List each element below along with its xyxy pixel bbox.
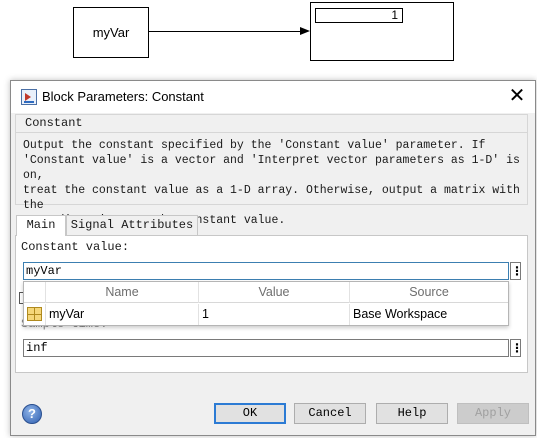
group-label: Constant [25, 116, 83, 130]
header-name[interactable]: Name [45, 282, 198, 303]
signal-line[interactable] [149, 31, 303, 32]
ok-button[interactable]: OK [214, 403, 286, 424]
close-button[interactable]: ✕ [505, 85, 529, 109]
dialog-titlebar[interactable]: Block Parameters: Constant ✕ [11, 81, 535, 113]
row-icon-cell [24, 304, 45, 325]
row-name: myVar [45, 304, 198, 325]
apply-button[interactable]: Apply [457, 403, 529, 424]
display-value: 1 [315, 8, 403, 23]
variable-grid-icon [27, 307, 42, 321]
tab-main[interactable]: Main [16, 215, 66, 236]
tab-signal-attributes[interactable]: Signal Attributes [66, 215, 198, 235]
block-parameters-dialog: Block Parameters: Constant ✕ Constant Ou… [10, 80, 536, 436]
simulink-block-icon [21, 89, 37, 105]
autocomplete-row[interactable]: myVar 1 Base Workspace [24, 304, 508, 325]
row-value: 1 [198, 304, 349, 325]
group-header [15, 114, 528, 132]
constant-value-label: Constant value: [21, 240, 130, 254]
constant-value-input[interactable]: myVar [23, 262, 509, 280]
sample-time-menu-button[interactable]: ⋮ [510, 339, 523, 357]
autocomplete-popup: Name Value Source myVar 1 Base Workspace [23, 281, 509, 326]
header-icon-cell [24, 282, 45, 303]
dialog-title: Block Parameters: Constant [42, 89, 204, 104]
header-value[interactable]: Value [198, 282, 349, 303]
autocomplete-header: Name Value Source [24, 282, 508, 303]
cancel-button[interactable]: Cancel [294, 403, 366, 424]
model-canvas[interactable]: myVar 1 [0, 0, 537, 78]
help-button[interactable]: Help [376, 403, 448, 424]
sample-time-input[interactable]: inf [23, 339, 509, 357]
header-source[interactable]: Source [349, 282, 508, 303]
constant-block-label: myVar [92, 25, 130, 40]
constant-value-menu-button[interactable]: ⋮ [510, 262, 523, 280]
signal-arrowhead [300, 27, 310, 35]
help-question-icon[interactable]: ? [22, 404, 42, 424]
constant-block[interactable]: myVar [73, 7, 149, 58]
display-block[interactable]: 1 [310, 2, 454, 61]
row-source: Base Workspace [349, 304, 508, 325]
